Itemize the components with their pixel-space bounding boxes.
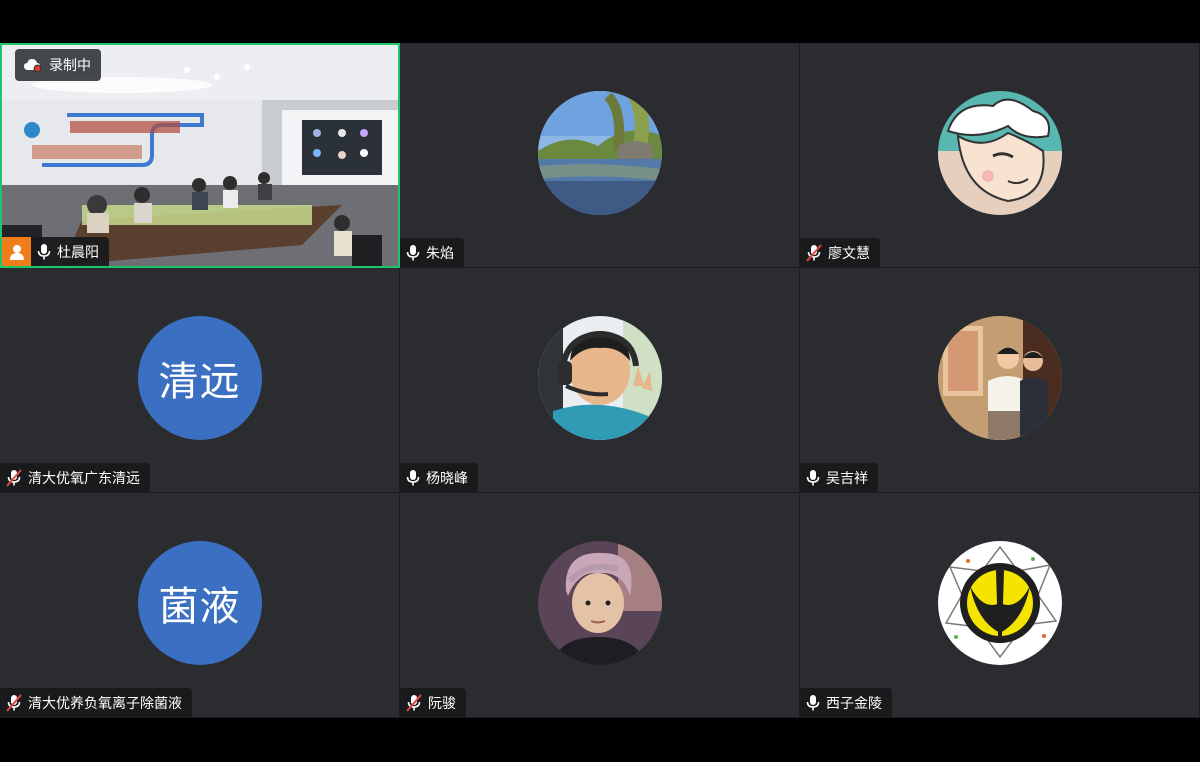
profile-photo-cartoon [937,91,1062,215]
recording-label: 录制中 [49,58,91,74]
participant-nametag: 朱焰 [400,238,464,267]
participant-nametag: 杜晨阳 [31,237,109,266]
participant-tile[interactable]: 阮骏 [400,493,800,718]
text-avatar: 清远 [137,316,262,440]
participant-name: 清大优氧广东清远 [28,470,140,487]
participant-name: 杜晨阳 [57,244,99,261]
participant-tile[interactable]: 朱焰 [400,43,800,268]
participant-name: 杨晓峰 [426,470,468,487]
microphone-muted-icon [6,468,22,487]
microphone-icon [406,469,420,487]
participant-nametag: 廖文慧 [800,238,880,267]
microphone-icon [406,244,420,262]
microphone-muted-icon [6,693,22,712]
participant-nametag: 杨晓峰 [400,463,478,492]
cloud-recording-icon [23,57,43,73]
participant-tile-video[interactable]: 录制中 杜晨阳 [0,43,400,268]
host-icon [2,237,31,266]
participant-name: 朱焰 [426,245,454,262]
microphone-muted-icon [406,693,422,712]
profile-photo-headset [537,316,662,440]
profile-photo-lake [537,91,662,215]
microphone-icon [806,694,820,712]
profile-photo-emblem [937,541,1062,665]
participant-tile[interactable]: 菌液 清大优养负氧离子除菌液 [0,493,400,718]
profile-photo-selfie [537,541,662,665]
recording-indicator: 录制中 [15,49,101,81]
participant-nametag: 吴吉祥 [800,463,878,492]
participant-nametag: 清大优氧广东清远 [0,463,150,492]
participant-tile[interactable]: 清远 清大优氧广东清远 [0,268,400,493]
participant-name: 阮骏 [428,695,456,712]
participant-tile[interactable]: 西子金陵 [800,493,1200,718]
participant-name: 西子金陵 [826,695,882,712]
participant-name: 清大优养负氧离子除菌液 [28,695,182,712]
participant-name: 吴吉祥 [826,470,868,487]
participant-tile[interactable]: 杨晓峰 [400,268,800,493]
participant-nametag: 西子金陵 [800,688,892,717]
video-grid: 录制中 杜晨阳 朱焰 廖文慧 清远 清大优氧广东清远 杨晓峰 吴吉祥 菌液 清大… [0,43,1200,718]
participant-name: 廖文慧 [828,245,870,262]
microphone-muted-icon [806,243,822,262]
microphone-icon [806,469,820,487]
participant-nametag: 阮骏 [400,688,466,717]
participant-nametag: 清大优养负氧离子除菌液 [0,688,192,717]
profile-photo-two-men [937,316,1062,440]
participant-tile[interactable]: 吴吉祥 [800,268,1200,493]
participant-tile[interactable]: 廖文慧 [800,43,1200,268]
text-avatar: 菌液 [137,541,262,665]
microphone-icon [37,243,51,261]
